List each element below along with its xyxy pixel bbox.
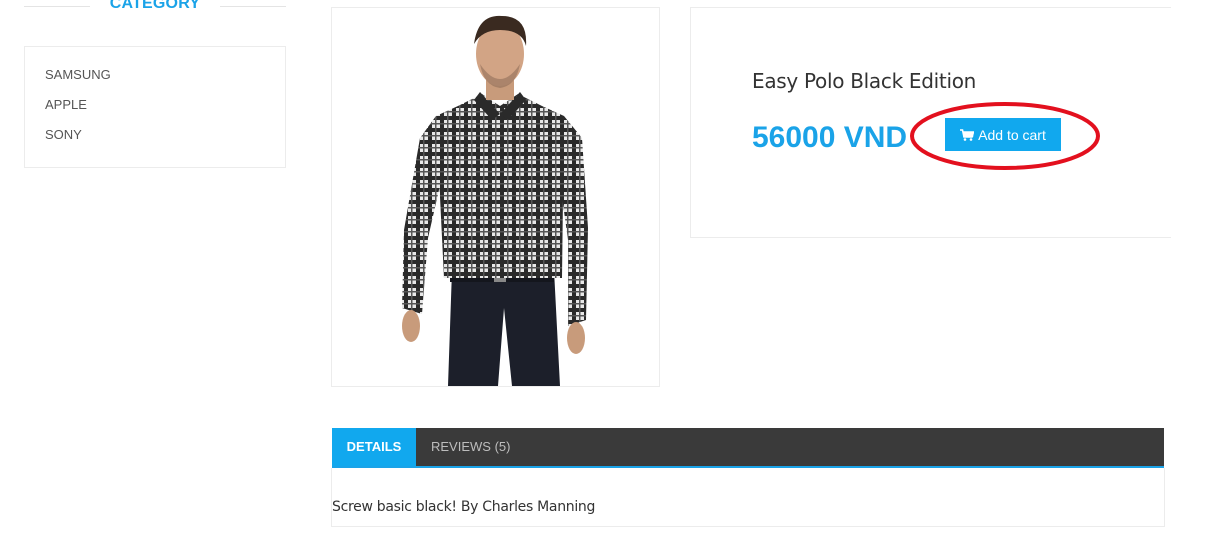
- divider: [220, 6, 286, 7]
- product-tabs: DETAILS REVIEWS (5): [332, 428, 1164, 468]
- product-photo: [402, 15, 588, 386]
- tab-content-details: Screw basic black! By Charles Manning: [331, 468, 1165, 527]
- category-item-apple[interactable]: APPLE: [45, 97, 87, 112]
- category-header: CATEGORY: [24, 0, 286, 16]
- shopping-cart-icon: [960, 128, 975, 141]
- product-info-panel: Easy Polo Black Edition 56000 VND Add to…: [690, 7, 1171, 238]
- tab-reviews[interactable]: REVIEWS (5): [431, 428, 510, 466]
- product-price: 56000 VND: [752, 121, 908, 154]
- add-to-cart-label: Add to cart: [978, 126, 1046, 143]
- add-to-cart-button[interactable]: Add to cart: [945, 118, 1061, 151]
- category-item-samsung[interactable]: SAMSUNG: [45, 67, 111, 82]
- category-item-sony[interactable]: SONY: [45, 127, 82, 142]
- category-list: SAMSUNG APPLE SONY: [24, 46, 286, 168]
- product-image[interactable]: [331, 7, 660, 387]
- tab-details[interactable]: DETAILS: [332, 428, 416, 466]
- product-description: Screw basic black! By Charles Manning: [332, 499, 596, 515]
- product-title: Easy Polo Black Edition: [752, 69, 977, 93]
